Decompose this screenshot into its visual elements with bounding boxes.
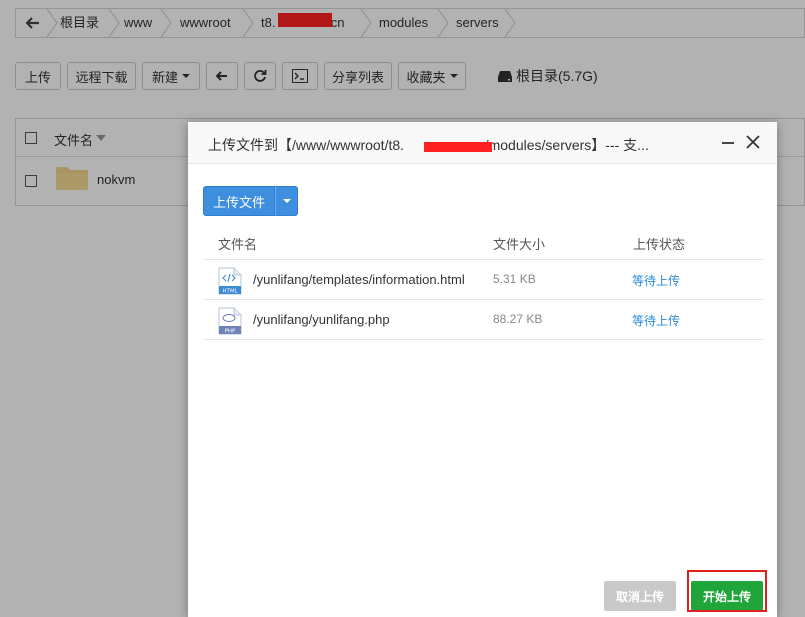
highlight-box (687, 570, 767, 612)
chevron-down-icon (282, 199, 291, 203)
upload-status: 等待上传 (632, 274, 681, 288)
upload-file-button[interactable]: 上传文件 (203, 186, 275, 216)
dialog-title-start: 上传文件到【/www/wwwroot/t8. (208, 137, 405, 153)
php-file-icon: PHP (218, 307, 242, 335)
dialog-header: 上传文件到【/www/wwwroot/t8. .cn/modules/server… (188, 122, 777, 164)
file-size: 88.27 KB (493, 312, 543, 326)
column-header-filename: 文件名 (218, 237, 258, 252)
table-row: HTML /yunlifang/templates/information.ht… (203, 260, 763, 300)
upload-file-split-button: 上传文件 (203, 186, 298, 216)
minimize-icon[interactable] (720, 134, 736, 150)
html-file-icon: HTML (218, 267, 242, 295)
svg-text:HTML: HTML (222, 289, 238, 295)
dialog-title-end: .cn/modules/servers】--- 支... (466, 137, 649, 153)
table-row: PHP /yunlifang/yunlifang.php 88.27 KB 等待… (203, 300, 763, 340)
column-header-status: 上传状态 (633, 237, 686, 252)
upload-dropdown-toggle[interactable] (275, 186, 298, 216)
column-header-filesize: 文件大小 (493, 237, 546, 252)
upload-dialog: 上传文件到【/www/wwwroot/t8. .cn/modules/server… (188, 122, 777, 617)
file-size: 5.31 KB (493, 272, 536, 286)
cancel-upload-button[interactable]: 取消上传 (604, 581, 676, 611)
file-name: /yunlifang/templates/information.html (253, 272, 465, 287)
close-icon[interactable] (745, 134, 761, 150)
redaction-mark (424, 142, 492, 152)
file-manager-page: 根目录 www wwwroot t8. t.cn modules servers … (0, 0, 805, 617)
file-name: /yunlifang/yunlifang.php (253, 312, 390, 327)
upload-status: 等待上传 (632, 314, 681, 328)
svg-text:PHP: PHP (225, 329, 236, 335)
